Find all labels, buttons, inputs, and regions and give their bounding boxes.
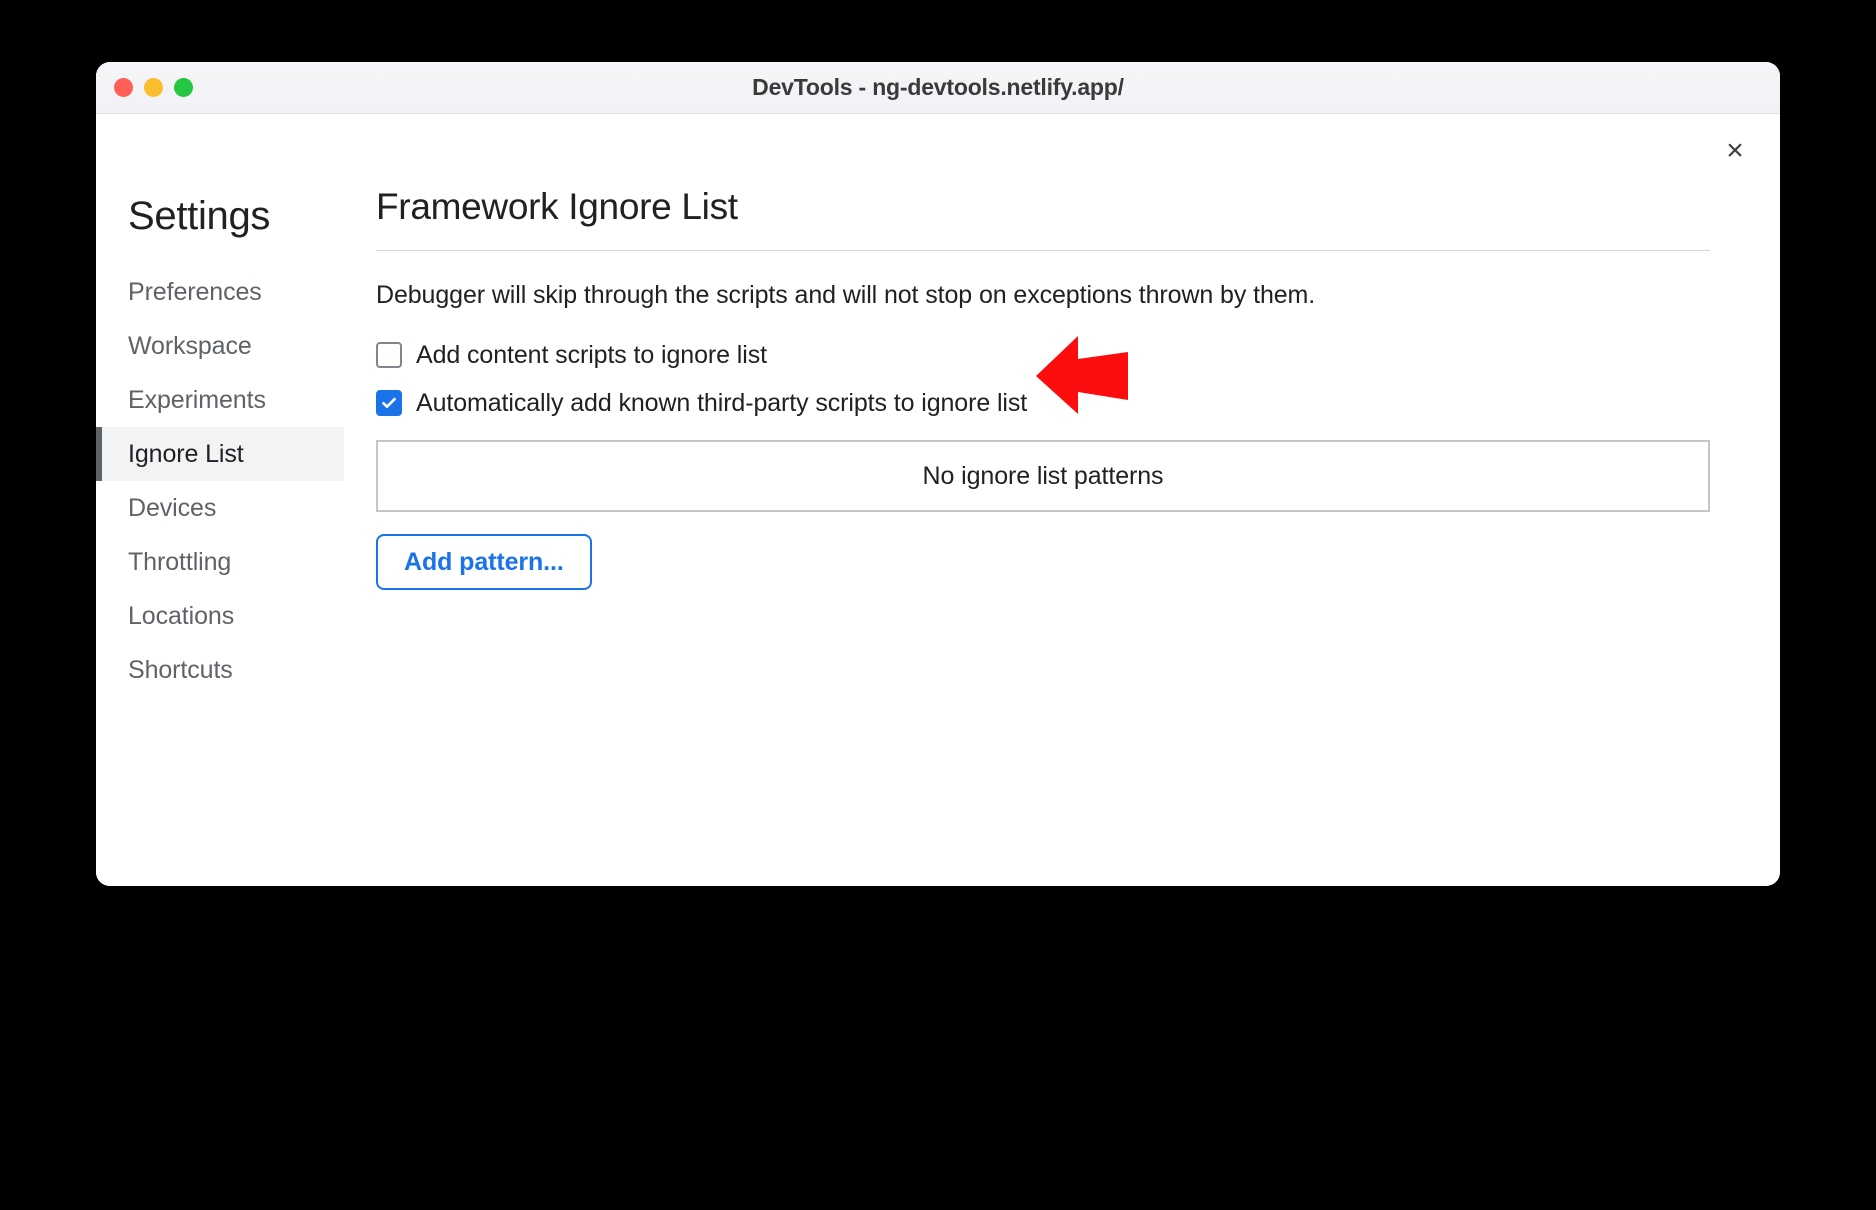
zoom-window-button[interactable] bbox=[174, 78, 193, 97]
ignore-list-patterns-box: No ignore list patterns bbox=[376, 440, 1710, 512]
settings-content-pane: Framework Ignore List Debugger will skip… bbox=[344, 114, 1780, 886]
checkbox-unchecked-icon[interactable] bbox=[376, 342, 402, 368]
sidebar-item-label: Workspace bbox=[128, 331, 252, 360]
sidebar-item-label: Preferences bbox=[128, 277, 262, 306]
sidebar-item-ignore-list[interactable]: Ignore List bbox=[96, 427, 344, 481]
browser-window: DevTools - ng-devtools.netlify.app/ × Se… bbox=[96, 62, 1780, 886]
sidebar-item-label: Ignore List bbox=[128, 439, 244, 468]
sidebar-item-shortcuts[interactable]: Shortcuts bbox=[96, 643, 344, 697]
checkbox-add-content-scripts[interactable]: Add content scripts to ignore list bbox=[376, 336, 1710, 374]
minimize-window-button[interactable] bbox=[144, 78, 163, 97]
settings-heading: Settings bbox=[128, 194, 271, 238]
sidebar-item-label: Throttling bbox=[128, 547, 232, 576]
empty-patterns-message: No ignore list patterns bbox=[922, 461, 1164, 490]
sidebar-item-label: Locations bbox=[128, 601, 235, 630]
devtools-settings-panel: × Settings Preferences Workspace Experim… bbox=[96, 114, 1780, 886]
sidebar-item-experiments[interactable]: Experiments bbox=[96, 373, 344, 427]
window-titlebar: DevTools - ng-devtools.netlify.app/ bbox=[96, 62, 1780, 114]
traffic-light-group bbox=[114, 78, 193, 97]
panel-description: Debugger will skip through the scripts a… bbox=[376, 281, 1316, 309]
settings-sidebar: Settings Preferences Workspace Experimen… bbox=[96, 114, 344, 886]
window-title: DevTools - ng-devtools.netlify.app/ bbox=[752, 74, 1124, 100]
title-divider bbox=[376, 250, 1710, 251]
checkbox-label: Automatically add known third-party scri… bbox=[416, 388, 1028, 417]
sidebar-item-label: Devices bbox=[128, 493, 217, 522]
sidebar-item-locations[interactable]: Locations bbox=[96, 589, 344, 643]
checkbox-checked-icon[interactable] bbox=[376, 390, 402, 416]
sidebar-item-label: Shortcuts bbox=[128, 655, 233, 684]
checkbox-auto-add-third-party[interactable]: Automatically add known third-party scri… bbox=[376, 384, 1710, 422]
checkbox-label: Add content scripts to ignore list bbox=[416, 340, 767, 369]
page-title: Framework Ignore List bbox=[376, 186, 738, 227]
sidebar-item-workspace[interactable]: Workspace bbox=[96, 319, 344, 373]
close-window-button[interactable] bbox=[114, 78, 133, 97]
add-pattern-button[interactable]: Add pattern... bbox=[376, 534, 592, 590]
sidebar-item-devices[interactable]: Devices bbox=[96, 481, 344, 535]
sidebar-item-label: Experiments bbox=[128, 385, 266, 414]
sidebar-item-throttling[interactable]: Throttling bbox=[96, 535, 344, 589]
sidebar-item-preferences[interactable]: Preferences bbox=[96, 265, 344, 319]
